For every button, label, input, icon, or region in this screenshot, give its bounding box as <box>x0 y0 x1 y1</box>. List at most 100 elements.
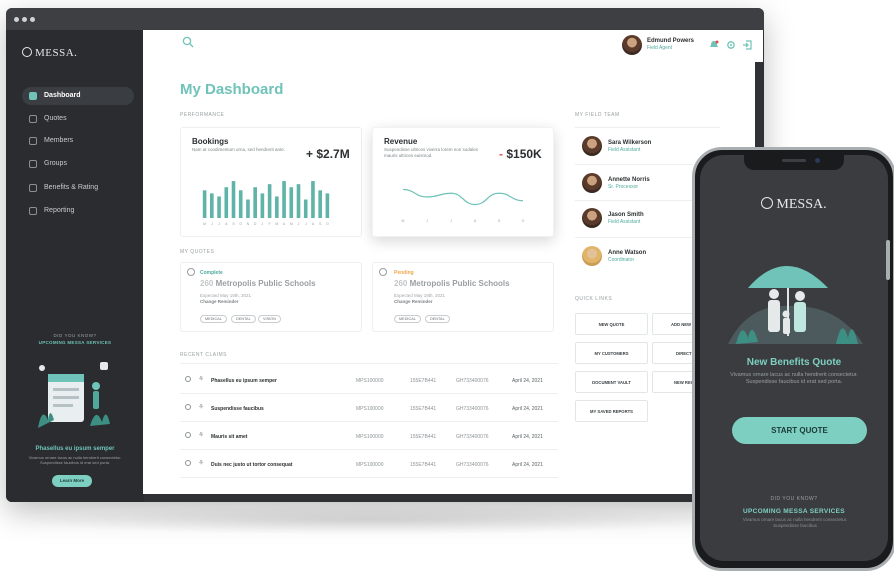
claim-name: Phasellus eu ipsum semper <box>211 378 277 384</box>
team-member-name[interactable]: Sara Wilkerson <box>608 140 651 146</box>
quote-status: Complete <box>200 270 223 276</box>
sidebar-item-dashboard[interactable]: Dashboard <box>22 87 134 105</box>
claim-id: MPS100000 <box>356 378 384 384</box>
team-member-name[interactable]: Annette Norris <box>608 177 650 183</box>
bookings-tick-label: M <box>203 222 206 226</box>
sidebar-upcoming-services: UPCOMING MESSA SERVICES <box>38 340 112 345</box>
quote-card-pending[interactable]: Pending 260 Metropolis Public Schools Ex… <box>372 262 554 332</box>
quick-link-direct[interactable]: DIRECT <box>652 342 696 364</box>
quick-link-document-vault[interactable]: DOCUMENT VAULT <box>575 371 648 393</box>
window-maximize-button[interactable] <box>30 17 35 22</box>
sidebar-item-benefits-rating[interactable]: Benefits & Rating <box>22 179 134 197</box>
logout-icon[interactable] <box>742 40 752 50</box>
window-shadow <box>20 505 720 535</box>
claim-ref: GH733400076 <box>456 434 489 440</box>
bookings-tick-label: J <box>218 222 220 226</box>
sidebar-item-reporting[interactable]: Reporting <box>22 202 134 220</box>
promo-title: Phasellus eu ipsum semper <box>35 446 115 452</box>
bell-icon[interactable] <box>709 40 719 50</box>
bookings-bar <box>253 187 257 218</box>
table-row[interactable]: ⚘ Phasellus eu ipsum semper MPS100000 15… <box>180 368 558 394</box>
quick-link-new-quote[interactable]: NEW QUOTE <box>575 313 648 335</box>
sidebar-item-label: Members <box>44 137 74 144</box>
bookings-tick-label: J <box>305 222 307 226</box>
sidebar-item-label: Groups <box>44 160 67 167</box>
bookings-bar <box>217 196 221 218</box>
table-row[interactable]: ⚘ Duis nec justo ut tortor consequat MPS… <box>180 452 558 478</box>
change-reminder-link[interactable]: Change Reminder <box>394 299 433 305</box>
phone-notch <box>744 154 844 170</box>
revenue-card[interactable]: Revenue Suspendisse ultrices viverra lor… <box>372 127 554 237</box>
pending-icon[interactable] <box>379 268 387 276</box>
bookings-bar <box>246 199 250 218</box>
window-close-button[interactable] <box>14 17 19 22</box>
row-select-icon[interactable] <box>185 376 191 382</box>
bookings-bar <box>260 193 265 218</box>
row-select-icon[interactable] <box>185 432 191 438</box>
quotes-icon <box>29 115 37 123</box>
revenue-tick-label: S <box>498 219 501 223</box>
messa-logo[interactable]: MESSA. <box>22 47 77 59</box>
camera-icon <box>815 158 820 163</box>
sidebar-item-quotes[interactable]: Quotes <box>22 110 134 128</box>
phone-upcoming-services: UPCOMING MESSA SERVICES <box>743 508 845 515</box>
quote-name: 260 Metropolis Public Schools <box>394 279 510 288</box>
bookings-bar <box>238 190 243 218</box>
revenue-text: Suspendisse ultrices viverra lorem non s… <box>384 147 479 158</box>
window-minimize-button[interactable] <box>22 17 27 22</box>
check-icon[interactable] <box>187 268 195 276</box>
claim-date: April 24, 2021 <box>512 378 543 384</box>
bookings-tick-label: J <box>298 222 300 226</box>
table-row[interactable]: ⚘ Mauris sit amet MPS100000 155E7B441 GH… <box>180 424 558 450</box>
bookings-bar <box>231 181 236 218</box>
claim-name: Mauris sit amet <box>211 434 248 440</box>
change-reminder-link[interactable]: Change Reminder <box>200 299 239 305</box>
team-member-name[interactable]: Anne Watson <box>608 250 646 256</box>
sidebar-item-members[interactable]: Members <box>22 132 134 150</box>
claim-id: MPS100000 <box>356 462 384 468</box>
claim-ref: GH733400076 <box>456 462 489 468</box>
reporting-icon <box>29 207 37 215</box>
gear-icon[interactable] <box>726 40 736 50</box>
bookings-tick-label: D <box>254 222 257 226</box>
bookings-bar <box>282 181 286 218</box>
sidebar-item-label: Dashboard <box>44 92 81 99</box>
sidebar-item-groups[interactable]: Groups <box>22 155 134 173</box>
sidebar-item-label: Reporting <box>44 207 75 214</box>
phone-side-button <box>886 240 890 280</box>
learn-more-button[interactable]: Learn More <box>52 475 92 487</box>
quick-links-label: QUICK LINKS <box>575 296 613 302</box>
user-avatar[interactable] <box>622 35 642 55</box>
claim-id: MPS100000 <box>356 434 384 440</box>
row-select-icon[interactable] <box>185 460 191 466</box>
revenue-amount: $150K <box>506 147 542 161</box>
bookings-text: Nam at condimentum urna, sed hendrerit a… <box>192 147 286 152</box>
sidebar-item-label: Benefits & Rating <box>44 184 99 191</box>
search-icon[interactable] <box>182 36 194 48</box>
quick-link-new-reg[interactable]: NEW REG <box>652 371 696 393</box>
team-member-name[interactable]: Jason Smith <box>608 212 644 218</box>
quick-link-my-customers[interactable]: MY CUSTOMERS <box>575 342 648 364</box>
members-icon <box>29 137 37 145</box>
phone-text: Vivamus ornare lacus ac nulla hendrerit … <box>730 372 858 385</box>
promo-text: Vivamus ornare lacus ac nulla hendrerit … <box>28 455 122 465</box>
bookings-tick-label: M <box>290 222 293 226</box>
bookings-bar <box>311 181 315 218</box>
benefits-icon <box>29 184 37 192</box>
bookings-card[interactable]: Bookings Nam at condimentum urna, sed he… <box>180 127 362 237</box>
row-select-icon[interactable] <box>185 404 191 410</box>
quick-link-my-saved-reports[interactable]: MY SAVED REPORTS <box>575 400 648 422</box>
table-row[interactable]: ⚘ Suspendisse faucibus MPS100000 155E7B4… <box>180 396 558 422</box>
bookings-tick-label: S <box>319 222 322 226</box>
phone-did-you-know: DID YOU KNOW? <box>770 496 818 502</box>
revenue-tick-label: O <box>522 219 525 223</box>
sidebar-item-label: Quotes <box>44 115 67 122</box>
quote-card-complete[interactable]: Complete 260 Metropolis Public Schools E… <box>180 262 362 332</box>
quick-link-add-new[interactable]: ADD NEW <box>652 313 696 335</box>
team-avatar <box>582 136 602 156</box>
bookings-bar <box>318 190 322 218</box>
divider <box>575 237 693 238</box>
revenue-tick-label: A <box>474 219 477 223</box>
phone-title: New Benefits Quote <box>746 357 842 368</box>
start-quote-button[interactable]: START QUOTE <box>732 417 867 444</box>
